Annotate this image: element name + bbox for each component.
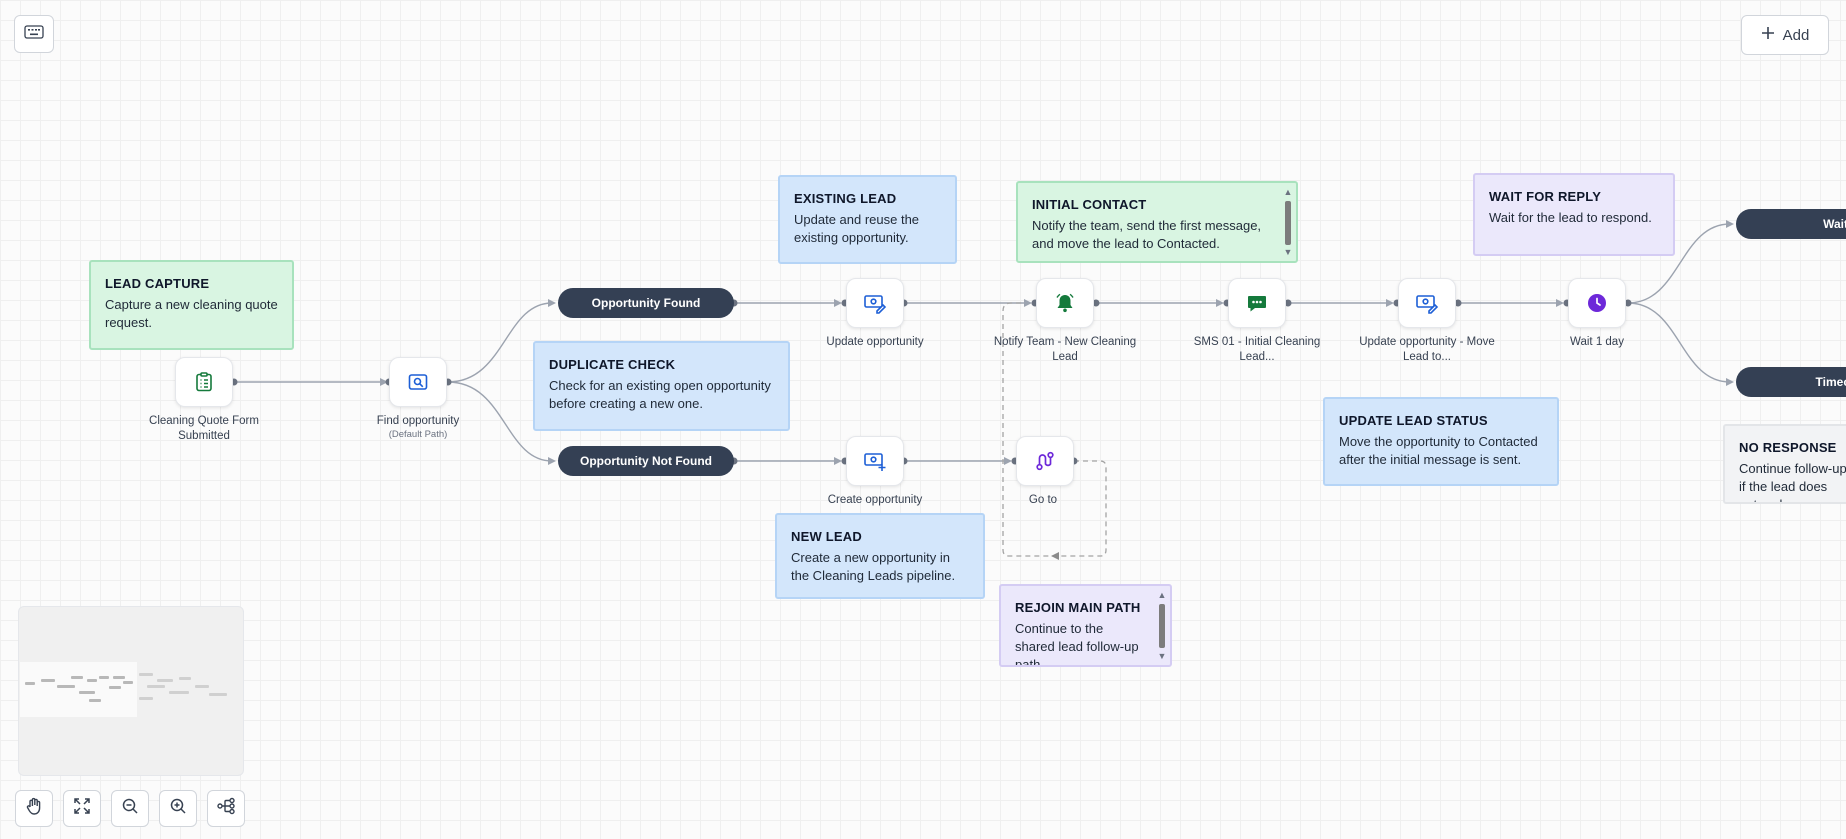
note-body: Continue to the shared lead follow-up pa… [1015,621,1139,667]
node-label: SMS 01 - Initial Cleaning Lead... [1193,336,1321,363]
note-existing-lead[interactable]: EXISTING LEAD Update and reuse the exist… [778,175,957,264]
money-edit-icon [1415,292,1439,314]
note-title: NEW LEAD [791,529,862,544]
workflow-icon [216,797,236,820]
money-plus-icon [863,450,887,472]
note-no-response[interactable]: NO RESPONSE Continue follow-up if the le… [1723,424,1846,504]
node-wait-1-day[interactable] [1568,278,1626,328]
note-title: REJOIN MAIN PATH [1015,600,1141,615]
note-body: Move the opportunity to Contacted after … [1339,434,1538,467]
node-trigger-form-submitted[interactable] [175,357,233,407]
node-update-opportunity-move[interactable] [1398,278,1456,328]
note-title: DUPLICATE CHECK [549,357,676,372]
node-label: Find opportunity (Default Path) [343,414,493,441]
hand-icon [24,796,44,821]
node-go-to[interactable] [1016,436,1074,486]
node-label: Go to [1028,494,1058,506]
note-scrollbar[interactable]: ▲ ▼ [1157,588,1167,663]
clock-icon [1586,292,1608,314]
note-rejoin-main-path[interactable]: REJOIN MAIN PATH Continue to the shared … [999,584,1172,667]
note-body: Wait for the lead to respond. [1489,210,1652,225]
node-sms-initial[interactable] [1228,278,1286,328]
plus-icon [1761,26,1775,44]
add-button[interactable]: Add [1741,15,1829,55]
node-notify-team[interactable] [1036,278,1094,328]
note-body: Notify the team, send the first message,… [1032,218,1262,251]
node-label-text: Find opportunity [376,415,460,427]
branch-timeout[interactable]: Timeout [1736,367,1846,397]
note-body: Continue follow-up if the lead does not … [1739,461,1846,502]
zoom-out-button[interactable] [111,790,149,827]
zoom-out-icon [121,797,139,820]
search-doc-icon [407,371,429,393]
money-edit-icon [863,292,887,314]
note-body: Capture a new cleaning quote request. [105,297,278,330]
route-icon [1034,450,1056,472]
note-body: Update and reuse the existing opportunit… [794,212,920,245]
node-sublabel: (Default Path) [388,429,448,440]
note-wait-for-reply[interactable]: WAIT FOR REPLY Wait for the lead to resp… [1473,173,1675,256]
node-update-opportunity[interactable] [846,278,904,328]
node-find-opportunity[interactable] [389,357,447,407]
note-scrollbar[interactable]: ▲ ▼ [1283,185,1293,259]
node-label: Notify Team - New Cleaning Lead [993,336,1137,363]
note-title: INITIAL CONTACT [1032,197,1147,212]
note-body: Check for an existing open opportunity b… [549,378,771,411]
branch-wait[interactable]: Wait [1736,209,1846,239]
bell-icon [1054,292,1076,314]
clipboard-list-icon [193,371,215,393]
branch-opportunity-found[interactable]: Opportunity Found [558,288,734,318]
note-new-lead[interactable]: NEW LEAD Create a new opportunity in the… [775,513,985,599]
expand-icon [73,797,91,820]
node-label: Cleaning Quote Form Submitted [149,415,259,442]
add-button-label: Add [1782,26,1810,44]
note-initial-contact[interactable]: INITIAL CONTACT Notify the team, send th… [1016,181,1298,263]
keyboard-shortcuts-button[interactable] [14,15,54,53]
branch-opportunity-not-found[interactable]: Opportunity Not Found [558,446,734,476]
keyboard-icon [24,24,44,44]
zoom-in-icon [169,797,187,820]
minimap-viewport[interactable] [20,662,137,717]
auto-layout-button[interactable] [207,790,245,827]
note-body: Create a new opportunity in the Cleaning… [791,550,956,583]
note-lead-capture[interactable]: LEAD CAPTURE Capture a new cleaning quot… [89,260,294,350]
note-title: WAIT FOR REPLY [1489,189,1602,204]
zoom-in-button[interactable] [159,790,197,827]
node-label: Create opportunity [827,494,923,506]
node-label: Update opportunity - Move Lead to... [1359,336,1495,363]
node-label: Update opportunity [826,336,924,348]
note-title: UPDATE LEAD STATUS [1339,413,1488,428]
message-icon [1246,292,1268,314]
node-create-opportunity[interactable] [846,436,904,486]
pan-button[interactable] [15,790,53,827]
note-title: EXISTING LEAD [794,191,897,206]
note-duplicate-check[interactable]: DUPLICATE CHECK Check for an existing op… [533,341,790,431]
node-label: Wait 1 day [1570,336,1624,348]
note-title: LEAD CAPTURE [105,276,210,291]
note-update-lead-status[interactable]: UPDATE LEAD STATUS Move the opportunity … [1323,397,1559,486]
note-title: NO RESPONSE [1739,440,1837,455]
fit-view-button[interactable] [63,790,101,827]
minimap[interactable] [18,606,244,776]
